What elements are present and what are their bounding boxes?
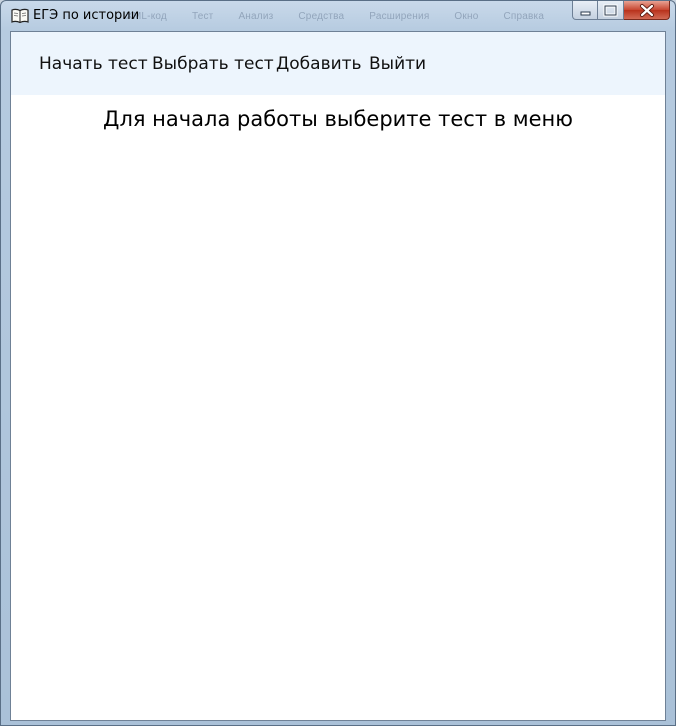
- menu-item-add[interactable]: Добавить: [276, 54, 362, 74]
- maximize-button[interactable]: [598, 1, 624, 20]
- background-menu-item: Анализ: [238, 11, 274, 22]
- main-menu: Начать тест Выбрать тест Добавить Выйти: [11, 32, 665, 95]
- background-menu-item: Тест: [191, 11, 214, 22]
- close-button[interactable]: [624, 1, 670, 20]
- background-menu-item: Средства: [298, 11, 345, 22]
- background-menu-item: XML-код: [126, 11, 167, 22]
- menu-item-exit[interactable]: Выйти: [369, 54, 426, 74]
- menu-item-start-test[interactable]: Начать тест: [39, 54, 148, 74]
- window-controls: [572, 1, 670, 21]
- background-menu-item: Расширения: [369, 11, 430, 22]
- menu-item-choose-test[interactable]: Выбрать тест: [152, 54, 274, 74]
- title-bar[interactable]: ЕГЭ по истории XML-код Тест Анализ Средс…: [1, 1, 675, 31]
- book-icon: [11, 8, 29, 24]
- background-menu-item: Окно: [454, 11, 479, 22]
- minimize-button[interactable]: [572, 1, 598, 20]
- background-menu-item: Справка: [503, 11, 545, 22]
- background-app-menu: XML-код Тест Анализ Средства Расширения …: [126, 11, 566, 22]
- window-title: ЕГЭ по истории: [33, 8, 140, 23]
- client-area: Начать тест Выбрать тест Добавить Выйти …: [10, 31, 666, 721]
- maximize-icon: [603, 4, 618, 17]
- app-window: ЕГЭ по истории XML-код Тест Анализ Средс…: [0, 0, 676, 726]
- minimize-icon: [580, 11, 591, 16]
- close-icon: [640, 4, 654, 17]
- start-prompt: Для начала работы выберите тест в меню: [103, 107, 573, 131]
